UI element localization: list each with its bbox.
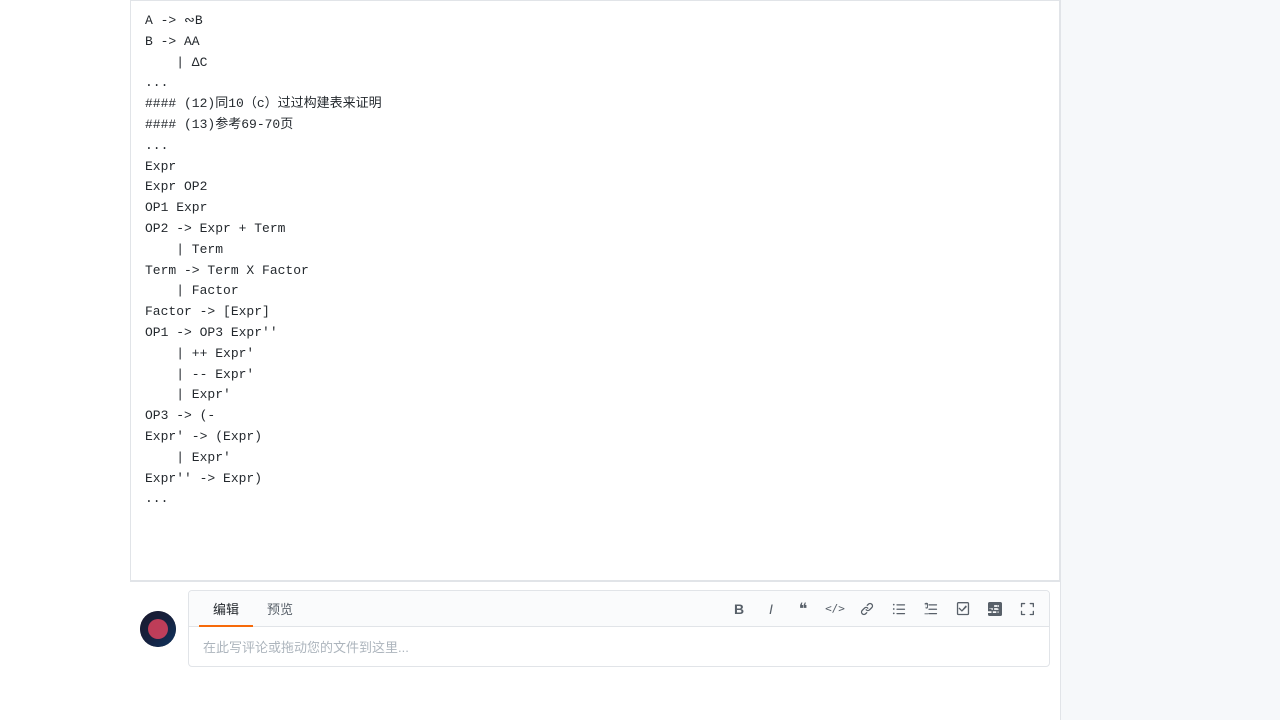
editor-tab-bar: 编辑 预览 B I ❝ </>	[189, 591, 1049, 627]
avatar	[140, 611, 176, 647]
fullscreen-icon[interactable]	[1015, 597, 1039, 621]
toolbar-icons: B I ❝ </>	[727, 597, 1039, 621]
ordered-list-icon[interactable]	[919, 597, 943, 621]
right-sidebar	[1060, 0, 1280, 720]
code-icon[interactable]: </>	[823, 597, 847, 621]
tab-buttons: 编辑 预览	[199, 591, 307, 626]
tab-preview[interactable]: 预览	[253, 591, 307, 626]
table-icon[interactable]	[983, 597, 1007, 621]
bold-icon[interactable]: B	[727, 597, 751, 621]
italic-icon[interactable]: I	[759, 597, 783, 621]
unordered-list-icon[interactable]	[887, 597, 911, 621]
new-comment-placeholder: 在此写评论或拖动您的文件到这里...	[189, 627, 1049, 666]
page-wrapper: A -> ∾B B -> AA | ΔC ... #### (12)同10（c）…	[0, 0, 1280, 720]
textarea-wrapper: A -> ∾B B -> AA | ΔC ... #### (12)同10（c）…	[130, 0, 1060, 600]
new-comment-editor: 编辑 预览 B I ❝ </>	[188, 590, 1050, 667]
comment-textarea[interactable]: A -> ∾B B -> AA | ΔC ... #### (12)同10（c）…	[131, 1, 1059, 600]
new-comment-header: 编辑 预览 B I ❝ </>	[130, 582, 1060, 667]
task-list-icon[interactable]	[951, 597, 975, 621]
link-icon[interactable]	[855, 597, 879, 621]
tab-edit[interactable]: 编辑	[199, 591, 253, 626]
left-sidebar	[0, 0, 130, 720]
blockquote-icon[interactable]: ❝	[791, 597, 815, 621]
